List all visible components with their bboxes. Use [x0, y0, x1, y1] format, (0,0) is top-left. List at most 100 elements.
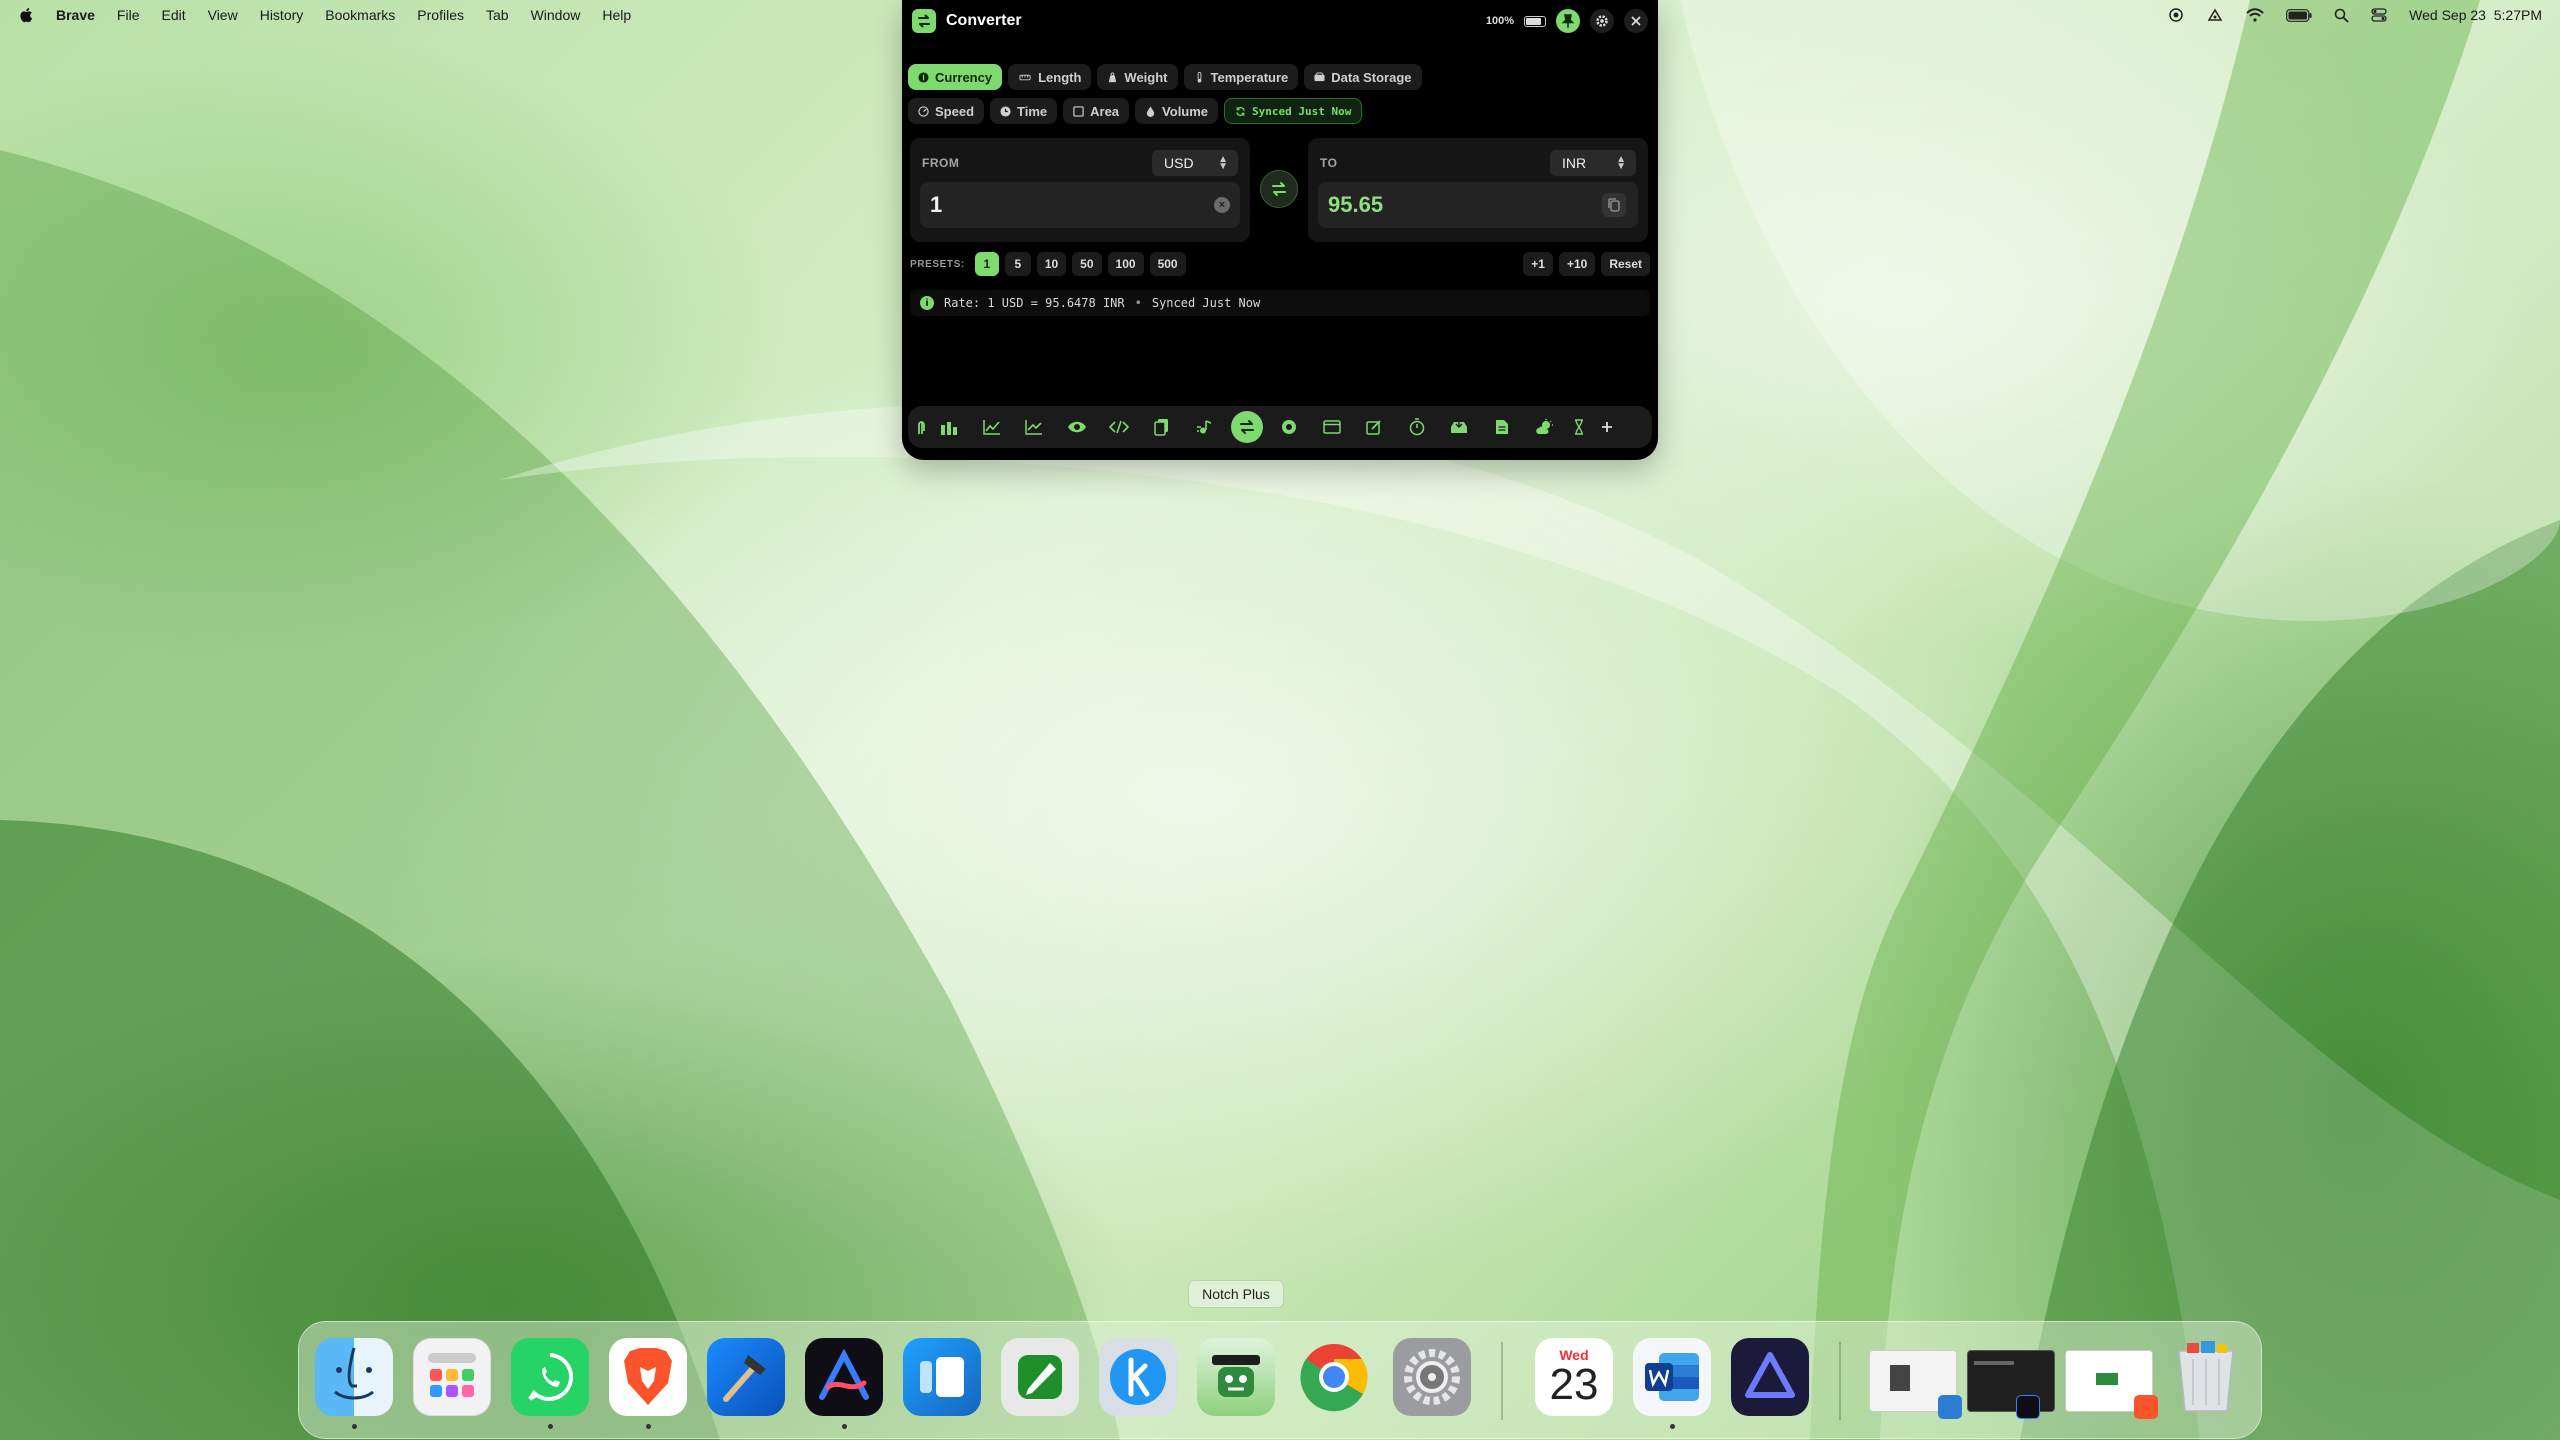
menu-bookmarks[interactable]: Bookmarks	[325, 7, 395, 23]
reset-button[interactable]: Reset	[1601, 252, 1650, 276]
apple-icon[interactable]	[18, 6, 36, 24]
menu-clock[interactable]: Wed Sep 23 5:27PM	[2409, 7, 2542, 23]
menu-tab[interactable]: Tab	[486, 7, 509, 23]
toolbar-tray[interactable]	[1438, 406, 1481, 448]
thumb-content	[1974, 1361, 2014, 1365]
tab-area[interactable]: Area	[1063, 98, 1130, 124]
tab-length[interactable]: Length	[1008, 64, 1092, 90]
dock-klack[interactable]	[1099, 1338, 1177, 1416]
dock-system-settings[interactable]	[1393, 1338, 1471, 1416]
arc-icon	[819, 1349, 869, 1400]
from-currency-select[interactable]: USD ▲ ▼	[1152, 150, 1238, 176]
menu-edit[interactable]: Edit	[161, 7, 185, 23]
dock-notch-plus[interactable]	[1197, 1338, 1275, 1416]
toolbar-converter[interactable]	[1226, 406, 1269, 448]
clear-input-button[interactable]: ×	[1214, 197, 1230, 213]
dock-affinity[interactable]	[1731, 1338, 1809, 1416]
toolbar-weather[interactable]	[1523, 406, 1566, 448]
dock-minimized-window[interactable]	[2065, 1350, 2158, 1419]
preset-chip[interactable]: 50	[1072, 252, 1102, 276]
tab-temperature[interactable]: Temperature	[1183, 64, 1299, 90]
script-menu-icon[interactable]	[2206, 7, 2224, 23]
toolbar-hourglass[interactable]	[1566, 406, 1592, 448]
from-amount-input[interactable]: 1 ×	[920, 182, 1240, 228]
from-currency-value: USD	[1164, 155, 1194, 171]
dock-finder[interactable]	[315, 1338, 393, 1416]
tab-data-storage[interactable]: Data Storage	[1304, 64, 1422, 90]
copy-result-button[interactable]	[1602, 193, 1626, 217]
menu-view[interactable]: View	[208, 7, 238, 23]
menu-profiles[interactable]: Profiles	[417, 7, 464, 23]
launchpad-icon	[428, 1353, 476, 1397]
toolbar-note[interactable]	[1353, 406, 1396, 448]
preset-chip[interactable]: 1	[974, 252, 999, 276]
dock-arc[interactable]	[805, 1338, 883, 1416]
wifi-icon[interactable]	[2246, 8, 2264, 22]
toolbar-trend[interactable]	[1013, 406, 1056, 448]
word-badge-icon	[1938, 1395, 1962, 1419]
sync-status-button[interactable]: Synced Just Now	[1224, 98, 1363, 124]
preset-chip[interactable]: 5	[1004, 252, 1031, 276]
preset-chip[interactable]: 500	[1149, 252, 1186, 276]
menu-history[interactable]: History	[260, 7, 304, 23]
focus-status-icon[interactable]	[2168, 7, 2184, 23]
running-indicator	[842, 1424, 847, 1429]
toolbar-clipboard[interactable]	[1141, 406, 1184, 448]
converter-header: Converter 100%	[912, 8, 1648, 34]
toolbar-gesture[interactable]	[914, 406, 928, 448]
tab-weight[interactable]: Weight	[1097, 64, 1178, 90]
dock-trash[interactable]	[2167, 1338, 2245, 1416]
close-icon	[1631, 16, 1641, 26]
preset-chip[interactable]: 10	[1036, 252, 1067, 276]
to-currency-select[interactable]: INR ▲ ▼	[1550, 150, 1636, 176]
control-center-icon[interactable]	[2371, 8, 2387, 22]
battery-icon[interactable]	[2286, 8, 2312, 22]
toolbar-add[interactable]	[1592, 406, 1622, 448]
menu-window[interactable]: Window	[531, 7, 581, 23]
to-label: TO	[1320, 156, 1338, 170]
increment-ten-button[interactable]: +10	[1558, 252, 1596, 276]
brave-lion-icon	[624, 1348, 672, 1405]
dock-stage-manager[interactable]	[903, 1338, 981, 1416]
toolbar-line-chart[interactable]	[971, 406, 1014, 448]
dock-minimized-window[interactable]	[1869, 1350, 1962, 1419]
presets-row: PRESETS: 1 5 10 50 100 500	[910, 252, 1186, 276]
toolbar-window[interactable]	[1311, 406, 1354, 448]
toolbar-record[interactable]	[1268, 406, 1311, 448]
tab-currency[interactable]: Currency	[908, 64, 1003, 90]
menu-help[interactable]: Help	[602, 7, 631, 23]
swap-currencies-button[interactable]	[1260, 170, 1298, 208]
close-button[interactable]	[1624, 9, 1648, 33]
dock-script-editor[interactable]	[1001, 1338, 1079, 1416]
settings-button[interactable]	[1590, 9, 1614, 33]
toolbar-music[interactable]	[1183, 406, 1226, 448]
tab-speed[interactable]: Speed	[908, 98, 985, 124]
dock-word[interactable]	[1633, 1338, 1711, 1416]
toolbar-document[interactable]	[1481, 406, 1524, 448]
pin-button[interactable]	[1556, 9, 1580, 33]
dock-brave[interactable]	[609, 1338, 687, 1416]
toolbar-code[interactable]	[1098, 406, 1141, 448]
dock-calendar[interactable]: Wed 23	[1535, 1338, 1613, 1416]
add-icon	[1601, 422, 1612, 432]
dock-xcode[interactable]	[707, 1338, 785, 1416]
clock-icon	[1000, 105, 1011, 117]
music-icon	[1197, 420, 1212, 434]
increment-one-button[interactable]: +1	[1523, 252, 1553, 276]
tab-temperature-label: Temperature	[1210, 69, 1289, 85]
toolbar-eye[interactable]	[1056, 406, 1099, 448]
gesture-icon	[918, 421, 925, 434]
menu-file[interactable]: File	[117, 7, 140, 23]
spotlight-icon[interactable]	[2334, 8, 2349, 23]
tab-volume[interactable]: Volume	[1135, 98, 1219, 124]
toolbar-bar-chart[interactable]	[928, 406, 971, 448]
dock-whatsapp[interactable]	[511, 1338, 589, 1416]
preset-chip[interactable]: 100	[1107, 252, 1144, 276]
tab-time[interactable]: Time	[990, 98, 1058, 124]
menu-app-name[interactable]: Brave	[56, 7, 95, 23]
dock-chrome[interactable]	[1295, 1338, 1373, 1416]
toolbar-timer[interactable]	[1396, 406, 1439, 448]
dock-minimized-window[interactable]	[1967, 1350, 2055, 1419]
dock-launchpad[interactable]	[413, 1338, 491, 1416]
tab-currency-label: Currency	[935, 69, 993, 85]
